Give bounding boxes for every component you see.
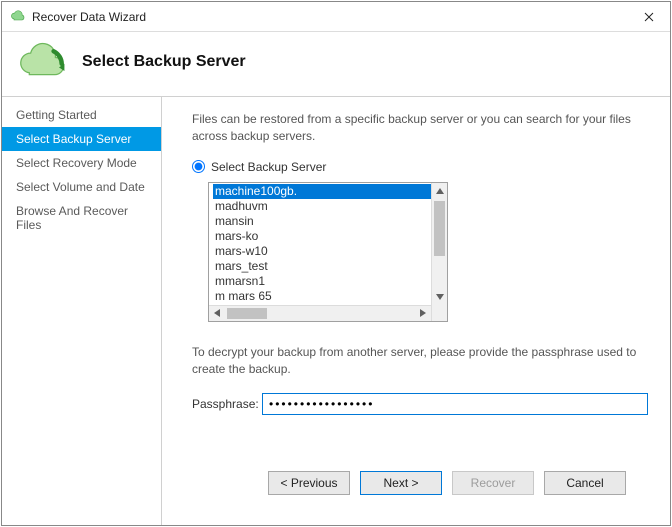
previous-button[interactable]: < Previous xyxy=(268,471,350,495)
cancel-button[interactable]: Cancel xyxy=(544,471,626,495)
hscroll-track[interactable] xyxy=(225,306,415,321)
list-item[interactable]: mars-w10 xyxy=(213,244,447,259)
list-item[interactable]: mmarsn1 xyxy=(213,274,447,289)
scroll-up-icon[interactable] xyxy=(432,183,448,199)
select-backup-server-radio[interactable] xyxy=(192,160,205,173)
next-button[interactable]: Next > xyxy=(360,471,442,495)
app-icon xyxy=(10,9,26,25)
recover-data-wizard-window: Recover Data Wizard Select Backup Server… xyxy=(1,1,671,526)
hscroll-thumb[interactable] xyxy=(227,308,267,319)
window-title: Recover Data Wizard xyxy=(32,10,628,24)
scroll-thumb[interactable] xyxy=(434,201,445,256)
select-backup-server-radio-label: Select Backup Server xyxy=(211,160,326,174)
scroll-track[interactable] xyxy=(432,199,447,289)
list-item[interactable]: m mars 65 xyxy=(213,289,447,304)
wizard-header: Select Backup Server xyxy=(2,32,670,97)
scroll-right-icon[interactable] xyxy=(415,305,431,321)
step-getting-started[interactable]: Getting Started xyxy=(2,103,161,127)
decrypt-note: To decrypt your backup from another serv… xyxy=(192,344,648,379)
list-item[interactable]: mmars-8m xyxy=(213,304,447,305)
select-backup-server-radio-row: Select Backup Server xyxy=(192,160,648,174)
close-button[interactable] xyxy=(628,2,670,32)
passphrase-label: Passphrase: xyxy=(192,397,262,411)
list-item[interactable]: mars-ko xyxy=(213,229,447,244)
server-list-items: machine100gb. madhuvm mansin mars-ko mar… xyxy=(209,183,447,305)
server-listbox[interactable]: machine100gb. madhuvm mansin mars-ko mar… xyxy=(208,182,448,322)
horizontal-scrollbar[interactable] xyxy=(209,305,447,321)
list-item[interactable]: madhuvm xyxy=(213,199,447,214)
step-select-backup-server[interactable]: Select Backup Server xyxy=(2,127,161,151)
wizard-steps-sidebar: Getting Started Select Backup Server Sel… xyxy=(2,97,162,525)
scroll-left-icon[interactable] xyxy=(209,305,225,321)
list-item[interactable]: mars_test xyxy=(213,259,447,274)
passphrase-input[interactable] xyxy=(262,393,648,415)
cloud-restore-icon xyxy=(14,42,68,82)
passphrase-row: Passphrase: xyxy=(192,393,648,415)
scroll-corner xyxy=(431,305,447,321)
wizard-body: Getting Started Select Backup Server Sel… xyxy=(2,97,670,525)
scroll-down-icon[interactable] xyxy=(432,289,448,305)
recover-button[interactable]: Recover xyxy=(452,471,534,495)
step-select-recovery-mode[interactable]: Select Recovery Mode xyxy=(2,151,161,175)
page-heading: Select Backup Server xyxy=(82,53,246,71)
vertical-scrollbar[interactable] xyxy=(431,183,447,305)
titlebar: Recover Data Wizard xyxy=(2,2,670,32)
step-browse-and-recover-files[interactable]: Browse And Recover Files xyxy=(2,199,161,237)
list-item[interactable]: machine100gb. xyxy=(213,184,447,199)
description-text: Files can be restored from a specific ba… xyxy=(192,111,648,146)
list-item[interactable]: mansin xyxy=(213,214,447,229)
step-select-volume-and-date[interactable]: Select Volume and Date xyxy=(2,175,161,199)
wizard-footer: < Previous Next > Recover Cancel xyxy=(192,457,648,515)
wizard-content: Files can be restored from a specific ba… xyxy=(162,97,670,525)
